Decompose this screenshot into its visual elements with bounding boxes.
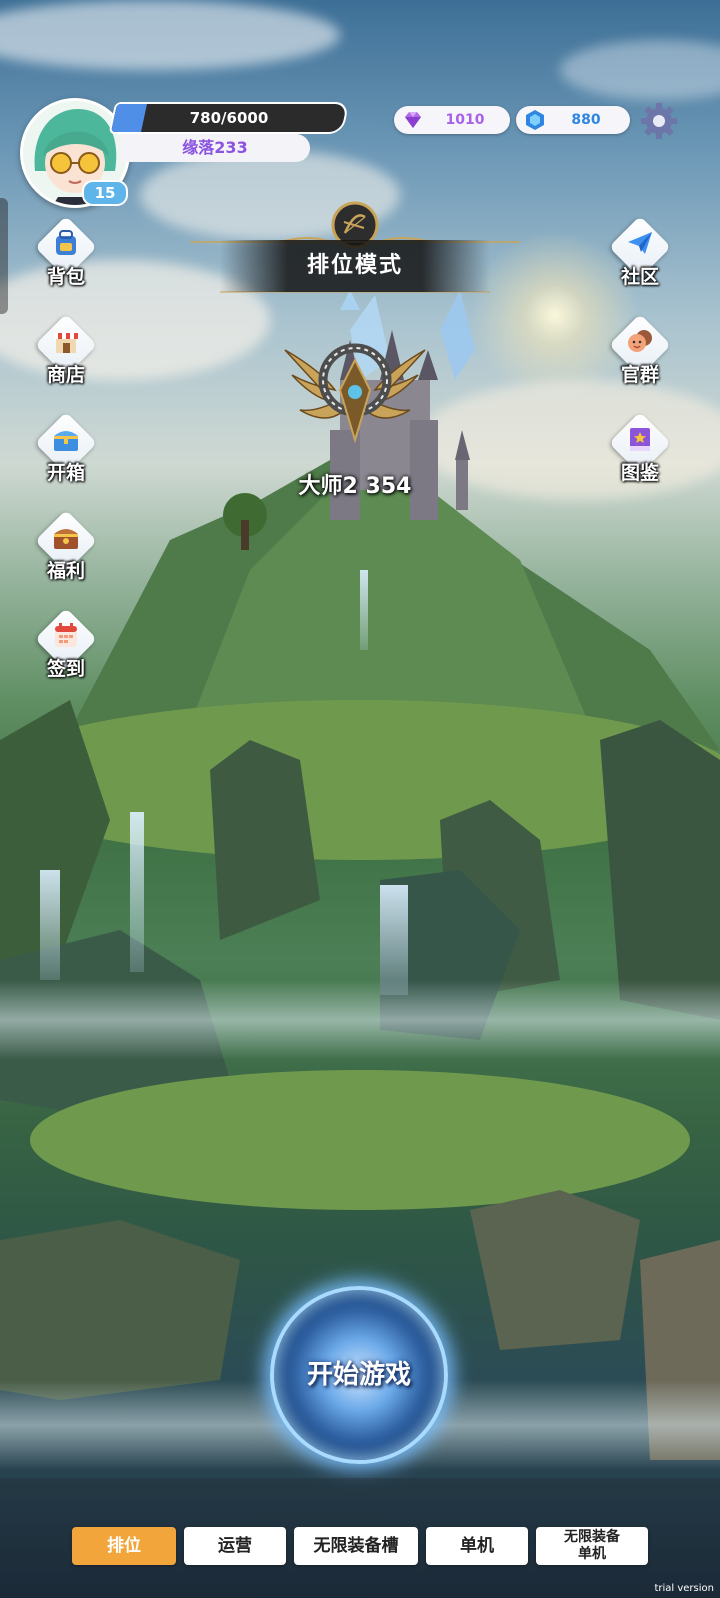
menu-label: 商店: [46, 364, 85, 386]
waterfall: [360, 570, 368, 650]
menu-label: 背包: [46, 266, 85, 288]
chest-icon: [54, 431, 78, 451]
master-rank-emblem-icon[interactable]: [280, 330, 430, 450]
tab-single-player[interactable]: 单机: [426, 1527, 528, 1565]
xp-text: 780/6000: [189, 109, 269, 127]
xp-progress-bar: 780/6000: [108, 102, 350, 134]
crystal-currency[interactable]: 880: [516, 106, 630, 134]
waterfall: [40, 870, 60, 980]
tab-infinite-single[interactable]: 无限装备 单机: [536, 1527, 648, 1565]
start-game-label: 开始游戏: [306, 1360, 411, 1390]
mode-title: 排位模式: [306, 253, 403, 278]
menu-community-button[interactable]: 社区: [604, 215, 676, 302]
tab-operation[interactable]: 运营: [184, 1527, 286, 1565]
menu-label: 官群: [620, 364, 659, 386]
rank-text: 大师2 354: [298, 474, 412, 499]
menu-shop-button[interactable]: 商店: [30, 313, 102, 400]
menu-collection-button[interactable]: 图鉴: [604, 411, 676, 498]
menu-label: 签到: [46, 658, 85, 680]
start-game-button[interactable]: 开始游戏: [270, 1286, 448, 1464]
menu-label: 社区: [620, 266, 659, 288]
rank-mode-banner[interactable]: 排位模式: [190, 236, 520, 296]
tab-label-line1: 无限装备: [564, 1529, 620, 1545]
menu-welfare-button[interactable]: 福利: [30, 509, 102, 596]
gift-chest-icon: [54, 529, 78, 549]
backpack-icon: [56, 230, 76, 255]
book-icon: [630, 428, 650, 451]
paper-plane-icon: [628, 232, 652, 254]
tab-infinite-slots[interactable]: 无限装备槽: [294, 1527, 418, 1565]
cloud: [0, 0, 340, 70]
tab-ranked[interactable]: 排位: [72, 1527, 176, 1565]
mist: [0, 980, 720, 1060]
gem-count: 1010: [445, 112, 485, 128]
menu-label: 图鉴: [620, 462, 659, 484]
level-badge: 15: [82, 180, 128, 206]
player-name[interactable]: 缘落233: [120, 134, 310, 162]
cloud: [560, 40, 720, 100]
menu-label: 福利: [46, 560, 85, 582]
group-chat-icon: [628, 330, 652, 352]
menu-label: 开箱: [46, 462, 85, 484]
calendar-icon: [55, 623, 77, 647]
waterfall: [380, 885, 408, 995]
menu-official-group-button[interactable]: 官群: [604, 313, 676, 400]
tab-label-line2: 单机: [578, 1546, 606, 1562]
menu-chest-button[interactable]: 开箱: [30, 411, 102, 498]
blue-hexagon-crystal-icon: [526, 110, 544, 130]
menu-checkin-button[interactable]: 签到: [30, 607, 102, 694]
trial-watermark: trial version: [654, 1583, 714, 1594]
tab-label: 运营: [218, 1536, 252, 1556]
crystal-count: 880: [571, 112, 601, 128]
gem-currency[interactable]: 1010: [394, 106, 510, 134]
gear-icon[interactable]: [640, 102, 678, 140]
menu-backpack-button[interactable]: 背包: [30, 215, 102, 302]
waterfall: [130, 812, 144, 972]
shop-icon: [54, 333, 78, 353]
tab-label: 单机: [460, 1536, 494, 1556]
tab-label: 排位: [107, 1536, 141, 1556]
purple-diamond-icon: [405, 112, 421, 128]
tab-label: 无限装备槽: [313, 1536, 399, 1556]
edge-drawer-handle[interactable]: [0, 198, 8, 314]
